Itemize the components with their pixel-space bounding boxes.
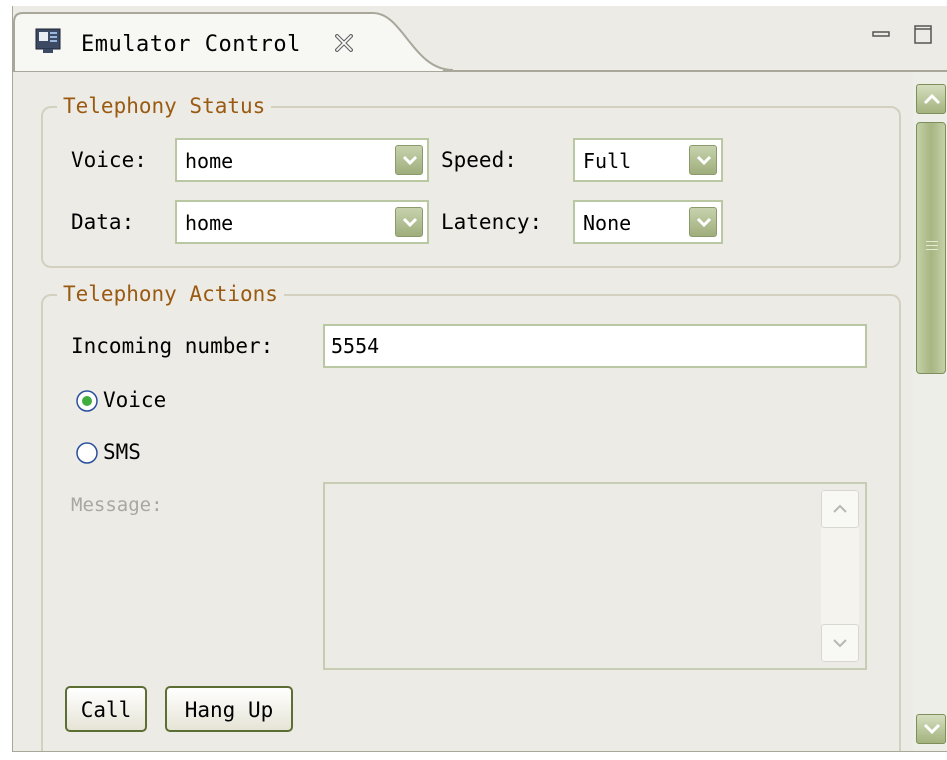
- scrollbar-thumb[interactable]: [916, 122, 946, 374]
- grip-line: [926, 249, 938, 250]
- voice-radio[interactable]: [75, 389, 99, 413]
- data-select-value: home: [185, 211, 234, 235]
- telephony-actions-title: Telephony Actions: [57, 282, 284, 306]
- incoming-number-input[interactable]: [323, 324, 867, 368]
- telephony-status-group: Telephony Status Voice: home Speed: Full…: [41, 94, 901, 268]
- chevron-down-icon[interactable]: [689, 207, 717, 237]
- chevron-up-icon[interactable]: [821, 490, 859, 528]
- grip-line: [926, 245, 938, 246]
- data-select[interactable]: home: [175, 200, 429, 244]
- chevron-down-icon[interactable]: [395, 207, 423, 237]
- message-label: Message:: [71, 494, 163, 516]
- speed-label: Speed:: [441, 148, 517, 172]
- tab-emulator-control[interactable]: Emulator Control: [13, 12, 453, 72]
- tab-strip: Emulator Control: [13, 6, 947, 72]
- chevron-up-icon[interactable]: [916, 84, 946, 114]
- emulator-control-view: Emulator Control Telephony Status Voice:…: [12, 6, 947, 752]
- speed-select[interactable]: Full: [573, 138, 723, 182]
- voice-select-value: home: [185, 149, 234, 173]
- telephony-status-title: Telephony Status: [57, 94, 272, 118]
- latency-select[interactable]: None: [573, 200, 723, 244]
- vertical-scrollbar[interactable]: [913, 72, 947, 751]
- chevron-down-icon[interactable]: [689, 145, 717, 175]
- voice-select[interactable]: home: [175, 138, 429, 182]
- tab-title: Emulator Control: [81, 32, 301, 57]
- incoming-number-label: Incoming number:: [71, 334, 274, 358]
- call-button[interactable]: Call: [65, 686, 147, 732]
- voice-radio-label[interactable]: Voice: [103, 388, 166, 412]
- content-area: Telephony Status Voice: home Speed: Full…: [13, 72, 913, 751]
- sms-radio[interactable]: [75, 441, 99, 465]
- chevron-down-icon[interactable]: [821, 624, 859, 662]
- grip-line: [926, 241, 938, 242]
- emulator-control-icon: [35, 28, 61, 54]
- hang-up-button[interactable]: Hang Up: [165, 686, 293, 732]
- close-icon[interactable]: [335, 34, 353, 52]
- chevron-down-icon[interactable]: [395, 145, 423, 175]
- message-textarea[interactable]: [323, 482, 867, 670]
- telephony-actions-group: Telephony Actions Incoming number: Voice…: [41, 282, 901, 751]
- chevron-down-icon[interactable]: [916, 714, 946, 744]
- data-label: Data:: [71, 210, 135, 234]
- latency-label: Latency:: [441, 210, 543, 234]
- minimize-icon[interactable]: [871, 24, 891, 44]
- sms-radio-label[interactable]: SMS: [103, 440, 141, 464]
- maximize-icon[interactable]: [913, 24, 933, 44]
- voice-label: Voice:: [71, 148, 147, 172]
- message-scrollbar[interactable]: [821, 490, 859, 662]
- speed-select-value: Full: [583, 149, 632, 173]
- latency-select-value: None: [583, 211, 632, 235]
